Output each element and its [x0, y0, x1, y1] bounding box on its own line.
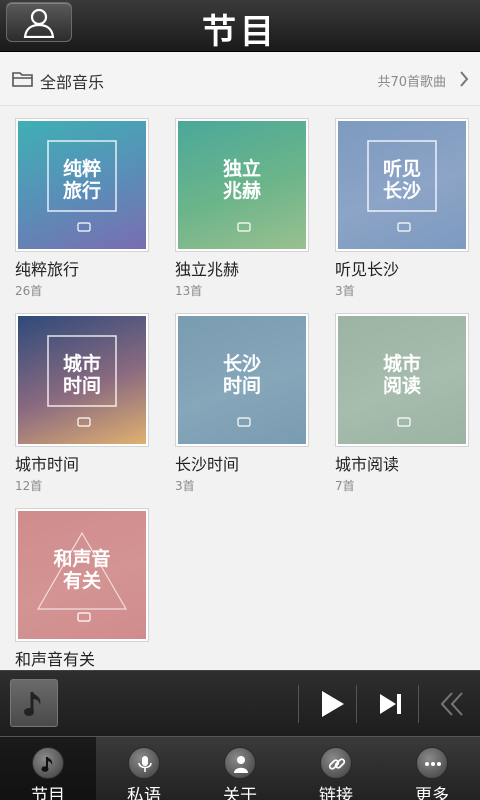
microphone-icon	[128, 747, 160, 779]
album-cover[interactable]: 长沙 时间	[175, 313, 309, 447]
cover-title-text: 城市	[63, 352, 101, 375]
divider	[298, 685, 299, 723]
album-card[interactable]: 城市 阅读 城市阅读 7首	[335, 313, 469, 503]
tab-label: 关于	[223, 786, 257, 800]
now-playing-thumbnail[interactable]	[10, 679, 58, 727]
album-track-count: 3首	[175, 479, 195, 493]
cover-title-text: 听见	[383, 157, 421, 180]
cover-title-text: 纯粹	[63, 157, 101, 180]
tab-label: 私语	[127, 786, 161, 800]
radio-icon	[237, 417, 251, 427]
folder-icon	[12, 72, 33, 87]
person-icon	[224, 747, 256, 779]
app-header: 节目	[0, 0, 480, 52]
album-cover-art: 长沙 时间	[178, 316, 306, 444]
music-note-icon	[32, 747, 64, 779]
cover-title-text: 旅行	[63, 179, 101, 202]
album-cover-art: 听见 长沙	[338, 121, 466, 249]
album-cover[interactable]: 城市 阅读	[335, 313, 469, 447]
tab-label: 更多	[415, 786, 449, 800]
more-icon	[416, 747, 448, 779]
cover-title-text: 时间	[63, 375, 101, 397]
album-cover-art: 城市 阅读	[338, 316, 466, 444]
radio-icon	[77, 417, 91, 427]
album-title: 听见长沙	[335, 260, 400, 279]
album-title: 独立兆赫	[175, 260, 240, 279]
album-card[interactable]: 和声音 有关 和声音有关	[15, 508, 149, 670]
cover-artwork: 长沙时间	[223, 353, 261, 427]
album-track-count: 3首	[335, 284, 355, 298]
cover-title-text: 时间	[223, 375, 261, 397]
tab-more[interactable]: 更多	[384, 737, 480, 800]
cover-artwork: 城市时间	[47, 335, 117, 427]
tab-about[interactable]: 关于	[192, 737, 288, 800]
radio-icon	[397, 222, 411, 232]
cover-title-text: 和声音	[53, 547, 110, 570]
album-cover-art: 独立 兆赫	[178, 121, 306, 249]
cover-title-text: 独立	[223, 157, 261, 180]
bottom-tab-bar: 节目 私语 关于 链接 更多	[0, 736, 480, 800]
album-track-count: 26首	[15, 284, 43, 298]
album-cover-art: 城市 时间	[18, 316, 146, 444]
cover-title-text: 阅读	[383, 374, 421, 397]
cover-artwork: 独立兆赫	[223, 157, 261, 232]
cover-artwork: 和声音有关	[36, 531, 128, 622]
tab-whisper[interactable]: 私语	[96, 737, 192, 800]
cover-artwork: 听见长沙	[367, 140, 437, 232]
divider	[356, 685, 357, 723]
cover-title-text: 长沙	[223, 353, 261, 375]
all-music-row[interactable]: 全部音乐 共70首歌曲	[0, 52, 480, 106]
album-card[interactable]: 长沙 时间 长沙时间 3首	[175, 313, 309, 503]
song-count: 共70首歌曲	[377, 75, 446, 90]
album-card[interactable]: 听见 长沙 听见长沙 3首	[335, 118, 469, 308]
tab-links[interactable]: 链接	[288, 737, 384, 800]
album-track-count: 7首	[335, 479, 355, 493]
album-title: 纯粹旅行	[15, 260, 80, 279]
cover-title-text: 有关	[63, 569, 101, 592]
album-track-count: 13首	[175, 284, 203, 298]
album-title: 城市时间	[15, 455, 80, 474]
album-cover[interactable]: 纯粹 旅行	[15, 118, 149, 252]
album-title: 长沙时间	[175, 455, 240, 474]
album-card[interactable]: 城市 时间 城市时间 12首	[15, 313, 149, 503]
tab-label: 节目	[31, 786, 65, 800]
double-chevron-left-icon[interactable]	[434, 687, 470, 721]
album-cover[interactable]: 城市 时间	[15, 313, 149, 447]
link-icon	[320, 747, 352, 779]
album-cover[interactable]: 独立 兆赫	[175, 118, 309, 252]
album-grid: 纯粹 旅行 纯粹旅行 26首 独立 兆赫 独立兆赫 13首 听见 长沙 听见长沙 3首 城市 时间 城市时间…	[0, 106, 480, 670]
divider	[418, 685, 419, 723]
cover-artwork: 城市阅读	[383, 352, 421, 427]
album-title: 城市阅读	[335, 455, 400, 474]
album-title: 和声音有关	[15, 650, 96, 669]
music-note-icon	[24, 692, 41, 716]
album-track-count: 12首	[15, 479, 43, 493]
next-track-icon[interactable]	[372, 687, 408, 721]
album-cover-art: 和声音 有关	[18, 511, 146, 639]
album-card[interactable]: 纯粹 旅行 纯粹旅行 26首	[15, 118, 149, 308]
album-card[interactable]: 独立 兆赫 独立兆赫 13首	[175, 118, 309, 308]
page-title: 节目	[202, 12, 278, 52]
radio-icon	[77, 612, 91, 622]
radio-icon	[397, 417, 411, 427]
play-icon[interactable]	[314, 687, 350, 721]
album-cover[interactable]: 听见 长沙	[335, 118, 469, 252]
radio-icon	[77, 222, 91, 232]
player-bar	[0, 670, 480, 736]
cover-title-text: 长沙	[383, 180, 421, 202]
chevron-right-icon	[460, 71, 469, 87]
radio-icon	[237, 222, 251, 232]
album-cover-art: 纯粹 旅行	[18, 121, 146, 249]
cover-title-text: 城市	[383, 352, 421, 375]
cover-title-text: 兆赫	[223, 179, 261, 202]
tab-programs[interactable]: 节目	[0, 737, 96, 800]
album-cover[interactable]: 和声音 有关	[15, 508, 149, 642]
all-music-label: 全部音乐	[40, 73, 105, 92]
cover-artwork: 纯粹旅行	[47, 140, 117, 232]
tab-label: 链接	[319, 786, 353, 800]
